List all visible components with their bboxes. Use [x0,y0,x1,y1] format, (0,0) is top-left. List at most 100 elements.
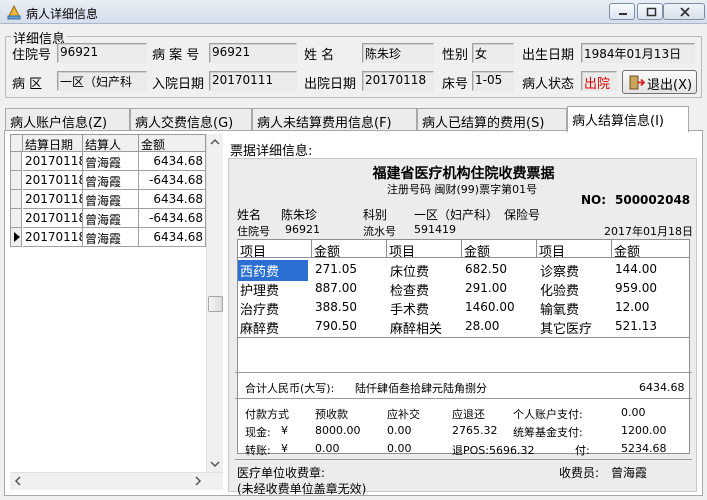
receipt-serial-label: 流水号 [363,225,396,238]
grid-header-date[interactable]: 结算日期 [23,134,83,152]
transfer-label: 转账: [245,444,271,457]
receipt-name: 陈朱珍 [281,208,318,222]
vertical-scrollbar[interactable] [206,134,223,472]
receipt-dept-label: 科别 [363,208,388,222]
fee-header: 金额 [312,239,387,260]
cell-user: 曾海霞 [83,171,139,190]
scroll-up-button[interactable] [207,134,223,150]
exit-button[interactable]: 退出(X) [622,70,697,94]
fee-item-name: 检查费 [390,284,430,299]
case-no-label: 病 案 号 [152,48,200,63]
name-label: 姓 名 [304,48,335,63]
status-field[interactable]: 出院 [581,71,617,91]
prepaid-label: 预收款 [315,408,348,421]
cashier-name: 曾海霞 [611,466,648,480]
cash-pay: 0.00 [387,424,412,437]
minimize-icon [619,13,627,15]
fee-item-amount: 682.50 [465,262,507,276]
cell-date: 20170118 [23,190,83,209]
divider [235,459,692,460]
cell-date: 20170118 [23,209,83,228]
cell-amount: -6434.68 [139,171,206,190]
birth-label: 出生日期 [522,48,575,63]
grid-header-user[interactable]: 结算人 [83,134,139,152]
window-title: 病人详细信息 [26,7,99,21]
should-refund-label: 应退还 [452,408,485,421]
scroll-right-button[interactable] [190,473,206,489]
receipt-name-label: 姓名 [237,208,262,222]
receipt-panel: 福建省医疗机构住院收费票据 注册号码 闽财(99)票字第01号 NO: 5000… [228,158,697,496]
cash-label: 现金: [245,426,271,439]
receipt-insurance-label: 保险号 [504,208,541,222]
row-selector[interactable] [10,152,22,171]
cell-amount: 6434.68 [139,190,206,209]
row-selector[interactable] [10,171,22,190]
tab-payment-info[interactable]: 病人交费信息(G) [130,108,252,131]
scroll-left-button[interactable] [10,473,26,489]
tab-account-info[interactable]: 病人账户信息(Z) [5,108,130,131]
fee-item-name: 化验费 [540,284,580,299]
receipt-admission: 96921 [285,223,320,236]
fund-value: 1200.00 [621,424,667,437]
scroll-down-icon [210,461,220,468]
title-bar[interactable]: 病人详细信息 [0,0,707,24]
receipt-dept: 一区（妇产科） [414,208,499,222]
fee-header: 项目 [237,239,312,260]
row-selector[interactable] [10,190,22,209]
fee-header: 金额 [612,239,690,260]
cell-amount: 6434.68 [139,152,206,171]
fee-item-amount: 144.00 [615,262,657,276]
divider [235,398,692,399]
sex-field[interactable]: 女 [472,43,514,63]
fee-item-name: 手术费 [390,303,430,318]
receipt-section-label: 票据详细信息: [230,144,313,159]
cell-amount: 6434.68 [139,228,206,247]
birth-field[interactable]: 1984年01月13日 [581,43,695,63]
name-field[interactable]: 陈朱珍 [362,43,434,63]
fee-item-amount: 1460.00 [465,300,515,314]
grid-header-amount[interactable]: 金额 [139,134,206,152]
fee-item-name: 其它医疗 [540,322,593,337]
case-no-field[interactable]: 96921 [209,43,297,63]
paid-label: 付: [575,444,590,457]
tab-settlement-info[interactable]: 病人结算信息(I) [567,106,689,132]
fee-item-amount: 271.05 [315,262,357,276]
scroll-down-button[interactable] [207,456,223,472]
row-selector[interactable] [10,209,22,228]
row-selector[interactable] [10,228,22,247]
admission-no-field[interactable]: 96921 [57,43,147,63]
personal-account-value: 0.00 [621,406,646,419]
tab-unsettled-fees[interactable]: 病人未结算费用信息(F) [252,108,417,131]
close-icon [680,7,690,17]
discharge-date-label: 出院日期 [304,77,357,92]
horizontal-scrollbar[interactable] [10,472,223,490]
fee-item-amount: 291.00 [465,281,507,295]
paid-value: 5234.68 [621,442,667,455]
admission-no-label: 住院号 [12,48,52,63]
maximize-button[interactable] [637,3,663,20]
receipt-no: 500002048 [615,193,691,207]
discharge-date-field[interactable]: 20170118 [362,71,434,91]
admit-date-field[interactable]: 20170111 [209,71,297,91]
scroll-thumb[interactable] [208,296,223,312]
bed-field[interactable]: 1-05 [472,71,514,91]
cell-user: 曾海霞 [83,228,139,247]
tab-settled-fees[interactable]: 病人已结算的费用(S) [417,108,567,131]
minimize-button[interactable] [609,3,635,20]
tab-label: 病人未结算费用信息(F) [257,116,392,131]
cell-amount: -6434.68 [139,209,206,228]
fee-item-amount: 12.00 [615,300,650,314]
fee-item-name[interactable]: 西药费 [238,260,308,281]
current-row-arrow-icon [14,232,20,242]
tab-label: 病人账户信息(Z) [10,116,108,131]
ward-field[interactable]: 一区（妇产科 [57,71,147,91]
close-button[interactable] [663,3,705,20]
divider [235,372,692,373]
total-amount: 6434.68 [639,381,685,394]
fee-item-name: 输氧费 [540,303,580,318]
pay-method-label: 付款方式 [245,408,289,421]
fee-item-amount: 887.00 [315,281,357,295]
receipt-date: 2017年01月18日 [604,225,693,238]
settlement-grid[interactable]: 结算日期 结算人 金额 20170118 曾海霞 6434.68 2017011… [10,134,222,472]
personal-account-label: 个人账户支付: [513,408,583,421]
